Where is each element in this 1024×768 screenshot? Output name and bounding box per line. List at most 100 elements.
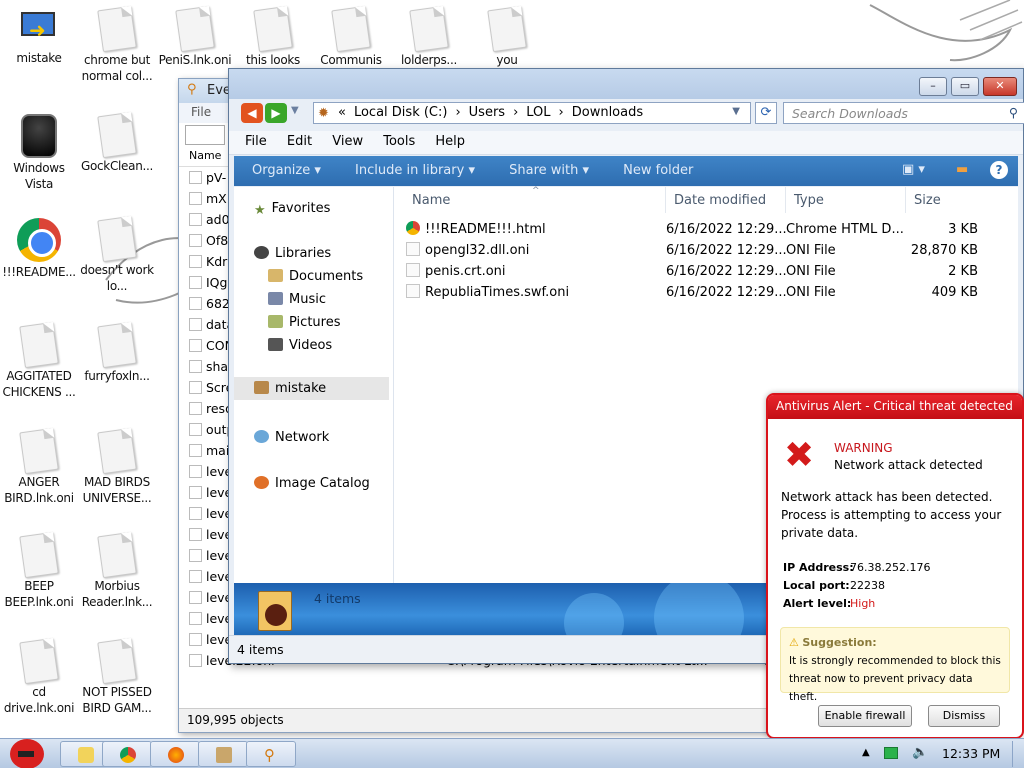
antivirus-alert-popup[interactable]: Antivirus Alert - Critical threat detect… (766, 393, 1024, 739)
desktop-icon-morbius-reader[interactable]: Morbius Reader.lnk... (78, 531, 156, 610)
recent-pages-chevron-icon[interactable]: ▼ (291, 105, 299, 116)
alert-body-line-1: Network attack has been detected. (781, 490, 993, 504)
nav-mistake[interactable]: mistake (234, 377, 389, 400)
desktop-icon-readme[interactable]: !!!README... (0, 218, 78, 280)
desktop-icon-cd-drive[interactable]: cd drive.lnk.oni (0, 637, 78, 716)
explorer-titlebar[interactable] (229, 69, 1023, 99)
breadcrumb-downloads[interactable]: Downloads (572, 105, 643, 120)
minimize-button[interactable]: – (919, 77, 947, 96)
desktop-icon-furryfox[interactable]: furryfoxln... (78, 321, 156, 384)
help-icon[interactable]: ? (990, 161, 1008, 179)
bird-sketch-wallpaper (869, 0, 1023, 62)
desktop-icon-mad-birds[interactable]: MAD BIRDS UNIVERSE... (78, 427, 156, 506)
file-icon (189, 444, 202, 457)
file-icon (97, 427, 137, 475)
column-header-name[interactable]: Name ^ (404, 186, 666, 213)
search-icon[interactable]: ⚲ (1009, 105, 1018, 120)
dismiss-button[interactable]: Dismiss (928, 705, 1000, 727)
file-icon (409, 5, 449, 53)
nav-libraries[interactable]: Libraries (254, 246, 331, 261)
address-dropdown-icon[interactable]: ▼ (732, 106, 740, 117)
maximize-button[interactable]: ▭ (951, 77, 979, 96)
column-header-date[interactable]: Date modified (666, 187, 786, 213)
desktop-icon-beep-beep[interactable]: BEEP BEEP.lnk.oni (0, 531, 78, 610)
nav-network[interactable]: Network (254, 430, 329, 445)
menu-file[interactable]: File (191, 105, 211, 119)
file-size: 409 KB (931, 285, 978, 300)
taskbar-program-button[interactable] (198, 741, 248, 767)
tray-battery-icon[interactable] (884, 747, 898, 759)
tray-volume-icon[interactable]: 🔈 (912, 745, 928, 760)
nav-documents[interactable]: Documents (268, 269, 363, 284)
start-button-bird-icon[interactable] (4, 731, 50, 768)
search-icon: ⚲ (187, 82, 197, 97)
desktop-icon-windows-vista[interactable]: Windows Vista (0, 114, 78, 192)
background-search-input[interactable] (185, 125, 225, 145)
desktop-icon-lolderps[interactable]: lolderps... (390, 5, 468, 68)
desktop-icon-mistake[interactable]: ➜ mistake (0, 8, 78, 66)
desktop-icon-chrome-normal[interactable]: chrome but normal col... (78, 5, 156, 84)
menu-file[interactable]: File (245, 134, 267, 149)
file-icon (487, 5, 527, 53)
taskbar-search-button[interactable]: ⚲ (246, 741, 296, 767)
clock[interactable]: 12:33 PM (942, 746, 1000, 761)
desktop-icon-gockclean[interactable]: GockClean... (78, 111, 156, 174)
file-icon (97, 111, 137, 159)
search-input[interactable]: Search Downloads ⚲ (783, 102, 1024, 124)
file-row[interactable]: !!!README!!!.html 6/16/2022 12:29... Chrom… (406, 219, 1018, 240)
nav-favorites[interactable]: ★ Favorites (254, 201, 330, 218)
breadcrumb-users[interactable]: Users (469, 105, 505, 120)
desktop-icon-penis-lnk[interactable]: PeniS.lnk.oni (156, 5, 234, 68)
taskbar-chrome-button[interactable] (102, 741, 152, 767)
nav-pictures[interactable]: Pictures (268, 315, 340, 330)
view-options-icon[interactable]: ▣ ▾ (902, 162, 925, 177)
desktop-icon-communis[interactable]: Communis (312, 5, 390, 68)
file-type: ONI File (786, 243, 836, 258)
nav-image-catalog[interactable]: Image Catalog (254, 476, 370, 491)
nav-music[interactable]: Music (268, 292, 326, 307)
file-icon (189, 633, 202, 646)
desktop-icon-you[interactable]: you (468, 5, 546, 68)
share-with-button[interactable]: Share with ▾ (509, 163, 589, 178)
file-icon (189, 192, 202, 205)
desktop-icon-aggitated-chickens[interactable]: AGGITATED CHICKENS ... (0, 321, 78, 400)
preview-pane-icon[interactable]: ▬ (956, 162, 968, 177)
show-desktop-button[interactable] (1012, 741, 1022, 767)
organize-button[interactable]: Organize ▾ (252, 163, 321, 178)
address-breadcrumb[interactable]: ✹ «Local Disk (C:) › Users › LOL › Downloads ▼ (313, 102, 751, 124)
desktop-icon-anger-bird[interactable]: ANGER BIRD.lnk.oni (0, 427, 78, 506)
include-in-library-button[interactable]: Include in library ▾ (355, 163, 475, 178)
breadcrumb-lol[interactable]: LOL (526, 105, 550, 120)
menu-tools[interactable]: Tools (383, 134, 415, 149)
file-icon (97, 5, 137, 53)
file-row[interactable]: RepubliaTimes.swf.oni 6/16/2022 12:29... O… (406, 282, 1018, 303)
back-button[interactable]: ◀ (241, 103, 263, 123)
alert-body-line-2: Process is attempting to access your (781, 508, 1002, 522)
column-header-size[interactable]: Size (906, 187, 986, 213)
file-icon (189, 591, 202, 604)
close-button[interactable]: ✕ (983, 77, 1017, 96)
desktop-icon-not-pissed-bird[interactable]: NOT PISSED BIRD GAM... (78, 637, 156, 716)
forward-button[interactable]: ▶ (265, 103, 287, 123)
local-port-row: Local port:22238 (783, 579, 885, 592)
file-icon (253, 5, 293, 53)
file-row[interactable]: penis.crt.oni 6/16/2022 12:29... ONI File 2… (406, 261, 1018, 282)
menu-edit[interactable]: Edit (287, 134, 312, 149)
show-hidden-icons-icon[interactable]: ▲ (862, 747, 870, 758)
enable-firewall-button[interactable]: Enable firewall (818, 705, 912, 727)
file-row[interactable]: opengl32.dll.oni 6/16/2022 12:29... ONI Fi… (406, 240, 1018, 261)
alert-subtitle: Network attack detected (834, 458, 983, 472)
desktop-icon-this-looks[interactable]: this looks (234, 5, 312, 68)
nav-videos[interactable]: Videos (268, 338, 332, 353)
menu-view[interactable]: View (332, 134, 363, 149)
new-folder-button[interactable]: New folder (623, 163, 693, 178)
desktop-icon-doesnt-work[interactable]: doesn't work lo... (78, 215, 156, 294)
taskbar-firefox-button[interactable] (150, 741, 200, 767)
chrome-icon (406, 221, 420, 235)
breadcrumb-local-disk[interactable]: Local Disk (C:) (354, 105, 447, 120)
menu-help[interactable]: Help (435, 134, 465, 149)
column-header-type[interactable]: Type (786, 187, 906, 213)
refresh-button[interactable]: ⟳ (755, 102, 777, 124)
file-icon (189, 276, 202, 289)
user-folder-icon (254, 381, 269, 394)
